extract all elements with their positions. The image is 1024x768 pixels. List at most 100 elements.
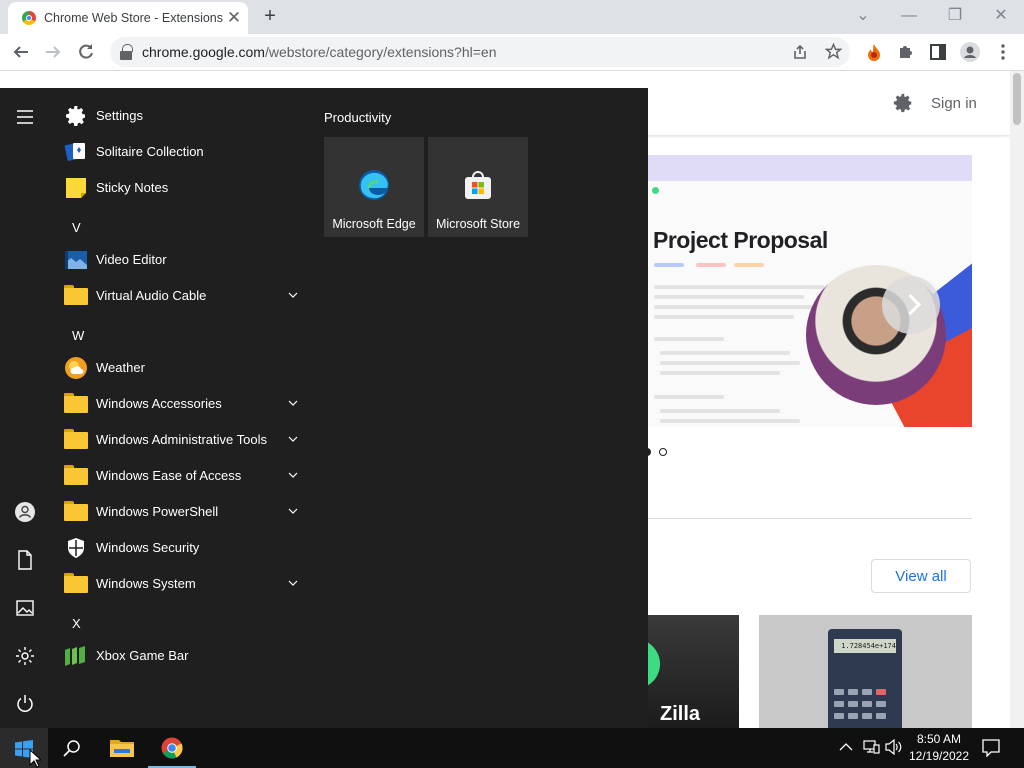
tile-microsoft-edge[interactable]: Microsoft Edge [324, 137, 424, 237]
app-label: Settings [96, 108, 143, 123]
banner-title: Project Proposal [653, 227, 828, 253]
forward-button[interactable] [40, 39, 66, 65]
pictures-icon[interactable] [13, 596, 37, 620]
app-sticky-notes[interactable]: Sticky Notes [62, 172, 306, 204]
view-all-button[interactable]: View all [871, 559, 971, 593]
calc-key [834, 689, 844, 695]
app-label: Video Editor [96, 252, 167, 267]
app-weather[interactable]: Weather [62, 352, 306, 384]
browser-tab-strip: Chrome Web Store - Extensions ✕ + ⌄ — ❐ … [0, 0, 1024, 34]
side-panel-button[interactable] [925, 39, 951, 65]
profile-button[interactable] [957, 39, 983, 65]
system-clock[interactable]: 8:50 AM 12/19/2022 [907, 731, 971, 765]
search-button[interactable] [48, 728, 96, 768]
close-window-button[interactable]: ✕ [984, 2, 1018, 30]
app-label: Windows Security [96, 540, 200, 555]
shield-icon [68, 538, 84, 558]
calc-key [848, 713, 858, 719]
app-windows-accessories[interactable]: Windows Accessories [62, 388, 306, 420]
extension-honey-button[interactable] [861, 39, 887, 65]
bookmark-star-icon[interactable] [825, 43, 842, 60]
sticky-note-icon [66, 178, 86, 198]
app-label: Virtual Audio Cable [96, 288, 207, 303]
restore-button[interactable]: ❐ [938, 2, 972, 30]
extension-card[interactable]: Zilla [640, 615, 739, 728]
hamburger-menu-icon[interactable] [13, 105, 37, 129]
folder-icon [64, 393, 88, 413]
settings-icon[interactable] [13, 644, 37, 668]
app-settings[interactable]: Settings [62, 100, 306, 132]
app-windows-system[interactable]: Windows System [62, 568, 306, 600]
calc-key [862, 689, 872, 695]
arrow-left-icon [13, 46, 28, 58]
chrome-taskbar-button[interactable] [148, 728, 196, 768]
mouse-cursor-icon [29, 749, 41, 768]
banner-text-line [660, 361, 800, 365]
sign-in-link[interactable]: Sign in [931, 95, 977, 112]
settings-gear-icon[interactable] [892, 92, 914, 114]
network-icon[interactable] [862, 739, 880, 755]
search-icon [63, 740, 80, 757]
new-tab-button[interactable]: + [258, 5, 282, 29]
calc-key [834, 701, 844, 707]
file-explorer-button[interactable] [98, 728, 146, 768]
app-windows-administrative-tools[interactable]: Windows Administrative Tools [62, 424, 306, 456]
url-host: chrome.google.com [142, 44, 265, 60]
extension-card[interactable]: 1.728454e+174 [759, 615, 972, 728]
volume-icon[interactable] [885, 739, 903, 755]
url-text[interactable]: chrome.google.com/webstore/category/exte… [142, 44, 497, 60]
folder-icon [64, 501, 88, 521]
section-letter-v[interactable]: V [72, 220, 81, 235]
folder-icon [64, 465, 88, 485]
app-virtual-audio-cable[interactable]: Virtual Audio Cable [62, 280, 306, 312]
banner-dot-decoration [652, 187, 659, 194]
app-solitaire-collection[interactable]: Solitaire Collection [62, 136, 306, 168]
banner-text-line [660, 371, 780, 375]
browser-tab[interactable]: Chrome Web Store - Extensions ✕ [8, 2, 248, 34]
tile-microsoft-store[interactable]: Microsoft Store [428, 137, 528, 237]
folder-icon [64, 573, 88, 593]
carousel-dot[interactable] [659, 448, 667, 456]
notification-center-icon[interactable] [982, 739, 1000, 757]
clock-time: 8:50 AM [916, 732, 962, 746]
banner-header-strip [640, 155, 972, 181]
app-windows-powershell[interactable]: Windows PowerShell [62, 496, 306, 528]
calc-key [862, 713, 872, 719]
app-label: Weather [96, 360, 145, 375]
app-video-editor[interactable]: Video Editor [62, 244, 306, 276]
extensions-button[interactable] [893, 39, 919, 65]
calc-key [848, 701, 858, 707]
documents-icon[interactable] [13, 548, 37, 572]
app-label: Solitaire Collection [96, 144, 204, 159]
app-windows-ease-of-access[interactable]: Windows Ease of Access [62, 460, 306, 492]
tab-search-button[interactable]: ⌄ [846, 2, 880, 30]
app-windows-security[interactable]: Windows Security [62, 532, 306, 564]
banner-text-line [654, 305, 814, 309]
back-button[interactable] [8, 39, 34, 65]
show-hidden-icons-chevron-up-icon[interactable] [839, 742, 853, 752]
edge-icon [359, 170, 389, 200]
minimize-button[interactable]: — [892, 2, 926, 30]
flame-extension-icon [868, 44, 880, 61]
section-letter-w[interactable]: W [72, 328, 84, 343]
app-label: Windows Administrative Tools [96, 432, 267, 447]
banner-tag [696, 263, 726, 267]
tab-close-button[interactable]: ✕ [224, 8, 244, 28]
scrollbar-thumb[interactable] [1013, 73, 1021, 125]
user-account-icon[interactable] [13, 500, 37, 524]
page-scrollbar[interactable] [1010, 71, 1024, 728]
tab-title: Chrome Web Store - Extensions [44, 11, 224, 25]
share-icon[interactable] [792, 44, 808, 60]
section-letter-x[interactable]: X [72, 616, 81, 631]
reload-button[interactable] [73, 39, 99, 65]
calculator-display: 1.728454e+174 [834, 639, 896, 653]
tile-group-title: Productivity [324, 110, 392, 125]
calc-key [876, 701, 886, 707]
power-icon[interactable] [13, 692, 37, 716]
address-bar[interactable]: chrome.google.com/webstore/category/exte… [110, 37, 850, 67]
carousel-next-button[interactable] [882, 276, 940, 334]
chrome-menu-button[interactable] [990, 39, 1016, 65]
app-xbox-game-bar[interactable]: Xbox Game Bar [62, 640, 306, 672]
reload-icon [79, 44, 93, 59]
section-divider [648, 518, 972, 519]
